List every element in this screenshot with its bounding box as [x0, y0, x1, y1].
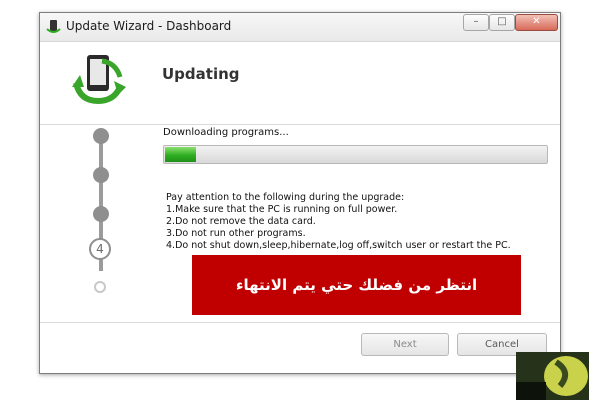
page-title: Updating	[162, 65, 240, 83]
step-current: 4	[89, 238, 111, 260]
wizard-header: Updating	[40, 41, 560, 125]
app-icon	[46, 20, 61, 33]
progress-fill	[165, 147, 196, 162]
next-button[interactable]: Next	[361, 333, 449, 356]
thumbnail-image	[516, 352, 589, 400]
wait-banner: انتظر من فضلك حتي يتم الانتهاء	[192, 255, 521, 315]
step-2-completed	[93, 167, 109, 183]
maximize-button[interactable]: □	[489, 14, 515, 31]
notes-intro: Pay attention to the following during th…	[166, 192, 405, 203]
upgrade-notes: Pay attention to the following during th…	[166, 192, 511, 252]
note-item: 4.Do not shut down,sleep,hibernate,log o…	[166, 240, 511, 251]
step-1-completed	[93, 128, 109, 144]
close-button[interactable]: ✕	[515, 14, 558, 31]
note-item: 2.Do not remove the data card.	[166, 216, 316, 227]
progress-bar	[163, 145, 548, 164]
update-wizard-window: Update Wizard - Dashboard – □ ✕ Updating…	[39, 12, 561, 374]
window-title: Update Wizard - Dashboard	[66, 19, 232, 33]
note-item: 1.Make sure that the PC is running on fu…	[166, 204, 398, 215]
progress-status: Downloading programs...	[163, 127, 289, 138]
step-3-completed	[93, 206, 109, 222]
header-divider	[40, 124, 560, 125]
step-5-pending	[94, 281, 106, 293]
step-indicator: 4	[80, 126, 120, 306]
title-bar[interactable]: Update Wizard - Dashboard – □ ✕	[40, 13, 560, 42]
footer-divider	[40, 322, 560, 323]
minimize-button[interactable]: –	[463, 14, 489, 31]
note-item: 3.Do not run other programs.	[166, 228, 306, 239]
video-thumbnail	[516, 352, 589, 400]
phone-sync-icon	[72, 55, 126, 105]
